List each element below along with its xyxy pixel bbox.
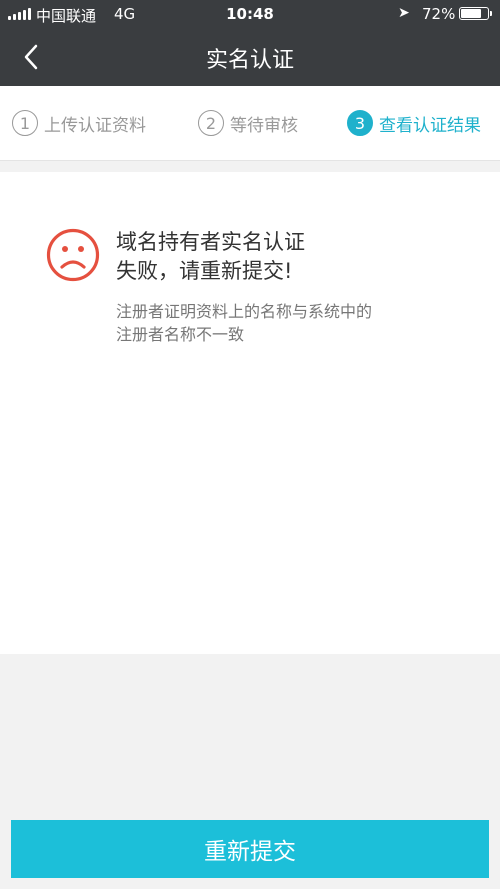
step-result: 3 查看认证结果 (347, 110, 481, 136)
page-title: 实名认证 (205, 48, 294, 73)
progress-steps: 1 上传认证资料 2 等待审核 3 查看认证结果 (0, 86, 500, 161)
sad-face-icon (46, 228, 100, 282)
result-title-line: 域名持有者实名认证 (116, 230, 305, 254)
status-bar: 中国联通 4G 10:48 ➤ 72% (0, 0, 500, 28)
result-desc-line: 注册者证明资料上的名称与系统中的 (116, 302, 373, 321)
result-desc-line: 注册者名称不一致 (116, 325, 245, 344)
result-description: 注册者证明资料上的名称与系统中的 注册者名称不一致 (116, 300, 476, 346)
step-number: 1 (12, 110, 38, 136)
step-label: 上传认证资料 (44, 115, 146, 136)
nav-bar: 实名认证 (0, 28, 500, 86)
result-title-line: 失败，请重新提交! (116, 259, 293, 283)
battery-icon (459, 7, 492, 20)
battery-percent: 72% (422, 5, 456, 23)
result-card: 域名持有者实名认证 失败，请重新提交! 注册者证明资料上的名称与系统中的 注册者… (0, 172, 500, 654)
step-label: 等待审核 (230, 115, 298, 136)
step-number: 3 (347, 110, 373, 136)
location-arrow-icon: ➤ (398, 5, 410, 21)
resubmit-button[interactable]: 重新提交 (11, 820, 489, 878)
step-label: 查看认证结果 (379, 115, 481, 136)
step-review: 2 等待审核 (198, 110, 298, 136)
step-number: 2 (198, 110, 224, 136)
result-title: 域名持有者实名认证 失败，请重新提交! (116, 228, 476, 286)
step-upload: 1 上传认证资料 (12, 110, 146, 136)
